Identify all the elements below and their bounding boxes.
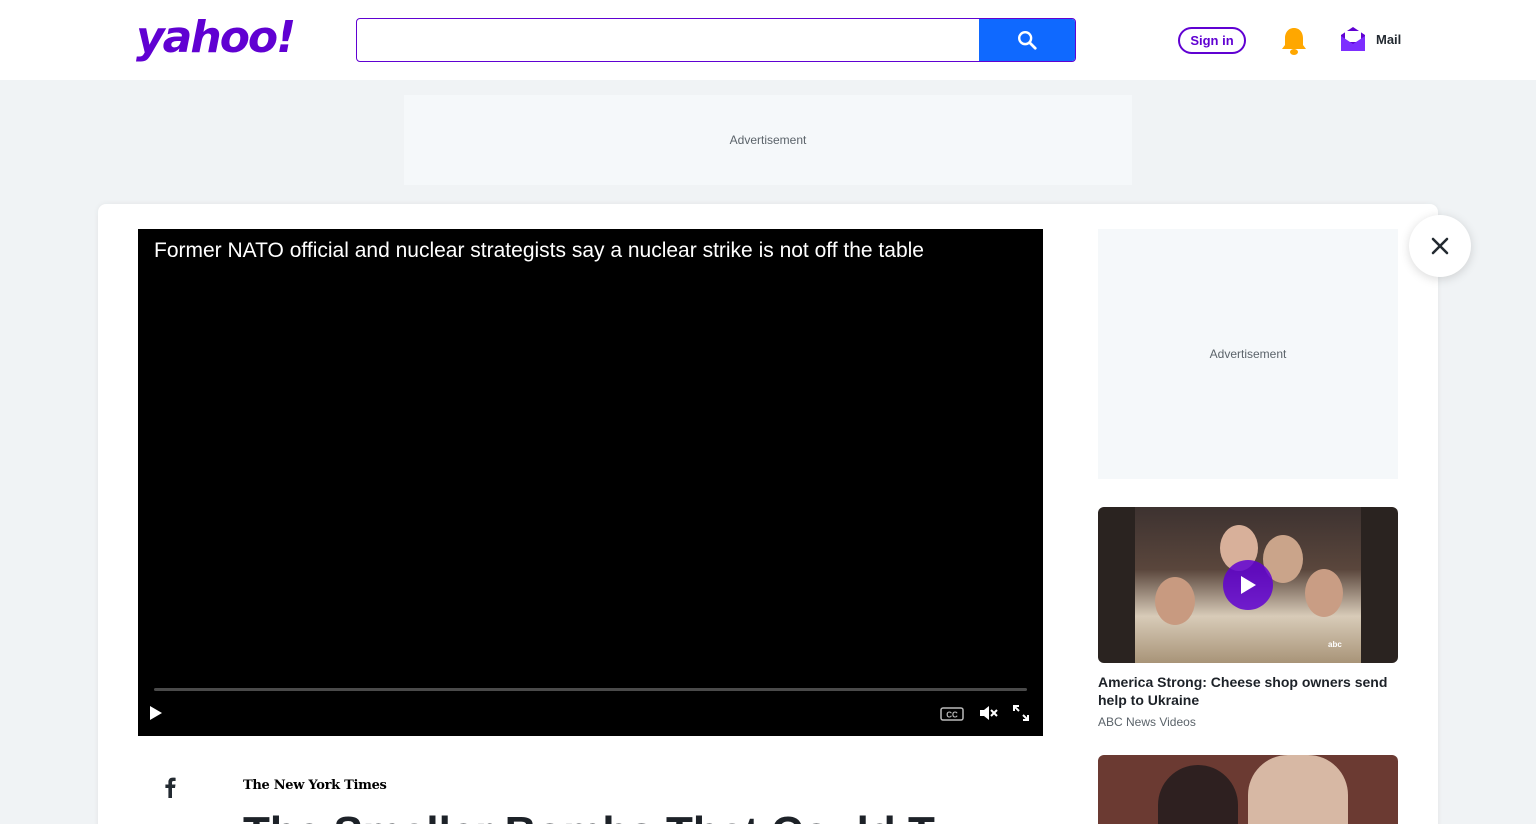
search-button[interactable] (979, 19, 1075, 61)
bell-icon (1282, 28, 1306, 55)
closed-captions-button[interactable]: CC (940, 706, 964, 727)
mute-button[interactable] (978, 704, 998, 727)
mail-link[interactable]: Mail (1340, 26, 1401, 52)
video-play-overlay[interactable] (1223, 560, 1273, 610)
thumbnail-person (1155, 577, 1195, 625)
mail-icon (1341, 27, 1365, 51)
video-thumbnail[interactable]: abc (1098, 507, 1398, 663)
thumbnail-person (1305, 569, 1343, 617)
play-button[interactable] (148, 704, 164, 722)
yahoo-logo[interactable]: yahoo! (136, 12, 296, 63)
close-icon (1431, 237, 1449, 255)
sidebar-video-source: ABC News Videos (1098, 715, 1196, 729)
advertisement-label: Advertisement (729, 133, 807, 147)
video-player[interactable]: Former NATO official and nuclear strateg… (138, 229, 1043, 736)
advertisement-label: Advertisement (1209, 347, 1287, 361)
side-advertisement: Advertisement (1098, 229, 1398, 479)
svg-text:CC: CC (946, 711, 958, 720)
source-logo-nytimes[interactable]: The New York Times (243, 778, 387, 793)
video-thumbnail[interactable] (1098, 755, 1398, 824)
thumbnail-person (1248, 755, 1348, 824)
fullscreen-button[interactable] (1012, 704, 1030, 727)
play-icon (1241, 576, 1256, 594)
top-advertisement: Advertisement (404, 95, 1132, 185)
video-progress-bar[interactable] (154, 688, 1027, 691)
mail-label: Mail (1376, 31, 1402, 47)
fullscreen-icon (1013, 705, 1029, 721)
facebook-share-button[interactable] (162, 776, 178, 798)
video-title: Former NATO official and nuclear strateg… (154, 239, 924, 262)
close-button[interactable] (1409, 215, 1471, 277)
facebook-icon (165, 777, 176, 798)
thumbnail-person (1158, 765, 1238, 824)
play-icon (150, 706, 162, 720)
cc-icon: CC (940, 707, 964, 721)
header: yahoo! Sign in Mail (0, 0, 1536, 80)
article-headline: The Smaller Bombs That Could T (243, 808, 935, 824)
search-input[interactable] (357, 19, 980, 61)
search-icon (1018, 31, 1037, 50)
sidebar-video-title[interactable]: America Strong: Cheese shop owners send … (1098, 673, 1398, 709)
sign-in-button[interactable]: Sign in (1178, 27, 1246, 54)
abc-badge: abc (1328, 640, 1342, 649)
notifications-button[interactable] (1280, 26, 1308, 56)
muted-speaker-icon (980, 706, 998, 720)
search-bar (356, 18, 1076, 62)
